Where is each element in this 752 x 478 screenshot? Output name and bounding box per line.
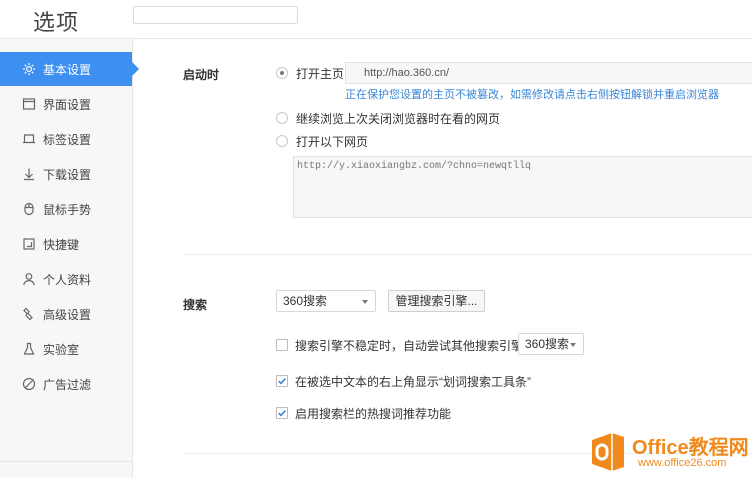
user-icon bbox=[21, 271, 37, 287]
fallback-engine-checkbox[interactable] bbox=[276, 339, 288, 351]
sidebar-item-profile[interactable]: 个人资料 bbox=[0, 262, 132, 296]
sidebar-item-label: 下载设置 bbox=[43, 167, 92, 182]
section-divider bbox=[183, 254, 752, 255]
watermark: Office教程网 www.office26.com bbox=[588, 428, 752, 478]
sidebar-divider bbox=[0, 461, 132, 462]
radio-continue-browsing-label: 继续浏览上次关闭浏览器时在看的网页 bbox=[296, 112, 501, 126]
search-engine-select[interactable]: 360搜索 bbox=[276, 290, 376, 312]
sidebar-item-advanced-settings[interactable]: 高级设置 bbox=[0, 297, 132, 331]
sidebar-item-shortcuts[interactable]: 快捷键 bbox=[0, 227, 132, 261]
fallback-engine-select[interactable]: 360搜索 bbox=[518, 333, 584, 355]
gear-icon bbox=[21, 61, 37, 77]
sidebar-item-label: 个人资料 bbox=[43, 272, 92, 287]
hot-words-checkbox[interactable] bbox=[276, 407, 288, 419]
watermark-url: www.office26.com bbox=[638, 457, 727, 469]
radio-open-pages-label: 打开以下网页 bbox=[296, 135, 369, 149]
sidebar-item-label: 高级设置 bbox=[43, 307, 92, 322]
radio-continue-browsing[interactable] bbox=[276, 112, 288, 124]
radio-open-homepage-label: 打开主页 bbox=[296, 67, 345, 81]
sidebar-item-label: 基本设置 bbox=[43, 62, 92, 77]
download-icon bbox=[21, 166, 37, 182]
chevron-down-icon bbox=[362, 300, 368, 304]
sidebar-item-download-settings[interactable]: 下载设置 bbox=[0, 157, 132, 191]
watermark-title: Office教程网 bbox=[632, 437, 749, 459]
sidebar-item-tab-settings[interactable]: 标签设置 bbox=[0, 122, 132, 156]
office-logo-icon bbox=[592, 433, 624, 471]
header: 选项 bbox=[0, 0, 752, 39]
sidebar-item-label: 广告过滤 bbox=[43, 377, 92, 392]
show-search-toolbar-label: 在被选中文本的右上角显示“划词搜索工具条” bbox=[295, 375, 531, 389]
sidebar-item-lab[interactable]: 实验室 bbox=[0, 332, 132, 366]
homepage-protect-hint: 正在保护您设置的主页不被篡改，如需修改请点击右侧按钮解锁并重启浏览器 bbox=[345, 89, 719, 101]
homepage-url-field[interactable]: http://hao.360.cn/ bbox=[345, 62, 752, 84]
fallback-engine-select-value: 360搜索 bbox=[525, 337, 570, 351]
mouse-icon bbox=[21, 201, 37, 217]
chevron-down-icon bbox=[570, 343, 576, 347]
startup-pages-textarea[interactable]: http://y.xiaoxiangbz.com/?chno=newqtllq bbox=[293, 156, 752, 218]
search-input[interactable] bbox=[133, 6, 298, 24]
radio-open-pages[interactable] bbox=[276, 135, 288, 147]
sidebar-item-label: 界面设置 bbox=[43, 97, 92, 112]
sidebar-item-mouse-gestures[interactable]: 鼠标手势 bbox=[0, 192, 132, 226]
sidebar-item-label: 鼠标手势 bbox=[43, 202, 92, 217]
settings-content: 启动时 打开主页 http://hao.360.cn/ 正在保护您设置的主页不被… bbox=[133, 39, 752, 478]
flask-icon bbox=[21, 341, 37, 357]
radio-open-homepage[interactable] bbox=[276, 67, 288, 79]
show-search-toolbar-checkbox[interactable] bbox=[276, 375, 288, 387]
sidebar-item-label: 实验室 bbox=[43, 342, 80, 357]
shortcut-icon bbox=[21, 236, 37, 252]
tab-icon bbox=[21, 131, 37, 147]
fallback-engine-label: 搜索引擎不稳定时，自动尝试其他搜索引擎： bbox=[295, 339, 536, 353]
hot-words-label: 启用搜索栏的热搜词推荐功能 bbox=[295, 407, 452, 421]
sidebar-item-interface-settings[interactable]: 界面设置 bbox=[0, 87, 132, 121]
block-icon bbox=[21, 376, 37, 392]
sidebar: 基本设置 界面设置 标签设置 下载设置 鼠标手势 快捷键 个人资料 高级设置 实… bbox=[0, 39, 139, 478]
sidebar-item-label: 标签设置 bbox=[43, 132, 92, 147]
search-section-label: 搜索 bbox=[183, 298, 208, 312]
sidebar-item-basic-settings[interactable]: 基本设置 bbox=[0, 52, 139, 86]
sidebar-item-ad-filter[interactable]: 广告过滤 bbox=[0, 367, 132, 401]
manage-search-engines-button[interactable]: 管理搜索引擎... bbox=[388, 290, 485, 312]
wrench-icon bbox=[21, 306, 37, 322]
page-title: 选项 bbox=[33, 10, 80, 35]
startup-section-label: 启动时 bbox=[183, 68, 220, 82]
window-icon bbox=[21, 96, 37, 112]
sidebar-item-label: 快捷键 bbox=[43, 237, 80, 252]
search-engine-select-value: 360搜索 bbox=[283, 294, 328, 308]
